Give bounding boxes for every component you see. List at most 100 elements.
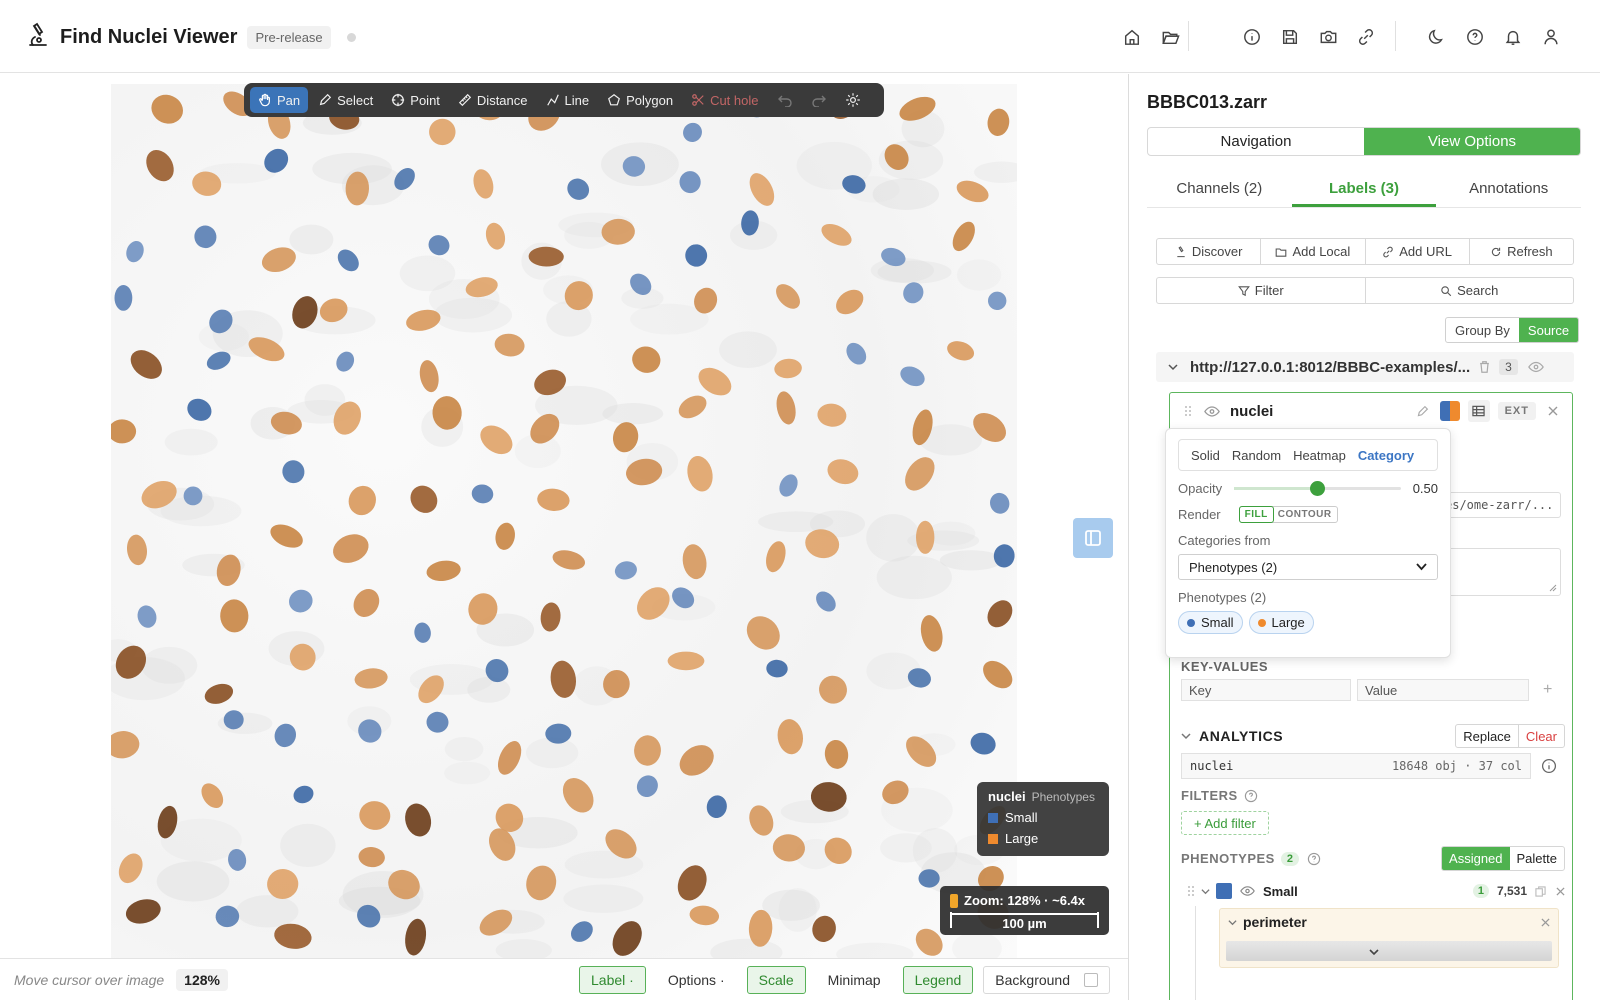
folder-open-icon[interactable]: [1157, 24, 1183, 50]
info-icon[interactable]: [1541, 758, 1557, 774]
search-button[interactable]: Search: [1366, 278, 1574, 303]
opacity-slider[interactable]: [1234, 481, 1401, 496]
clear-button[interactable]: Clear: [1517, 725, 1564, 747]
add-local-button[interactable]: Add Local: [1261, 239, 1366, 264]
camera-icon[interactable]: [1315, 24, 1341, 50]
render-fill-button[interactable]: FILL: [1238, 506, 1274, 523]
pill-small[interactable]: Small: [1178, 611, 1243, 634]
rule-histogram[interactable]: [1226, 941, 1552, 961]
key-input[interactable]: Key: [1181, 679, 1351, 701]
phenotype-row-small[interactable]: Small 1 7,531: [1187, 880, 1565, 902]
point-tool-button[interactable]: Point: [383, 87, 448, 113]
layer-uri-field[interactable]: es/ome-zarr/...: [1438, 492, 1561, 518]
resize-handle-icon[interactable]: [1549, 584, 1557, 592]
redo-icon[interactable]: [802, 87, 836, 113]
tab-labels[interactable]: Labels (3): [1291, 174, 1437, 207]
nucleus: [495, 522, 515, 550]
replace-button[interactable]: Replace: [1456, 725, 1518, 747]
value-input[interactable]: Value: [1357, 679, 1529, 701]
assigned-button[interactable]: Assigned: [1442, 847, 1510, 870]
options-button[interactable]: Options ·: [656, 966, 737, 994]
background-toggle[interactable]: Background: [983, 965, 1110, 994]
source-group-header[interactable]: http://127.0.0.1:8012/BBBC-examples/... …: [1156, 352, 1574, 382]
refresh-button[interactable]: Refresh: [1470, 239, 1573, 264]
view-options-tab[interactable]: View Options: [1364, 128, 1580, 155]
drag-handle-icon[interactable]: [1187, 885, 1195, 897]
add-filter-button[interactable]: + Add filter: [1181, 811, 1269, 835]
trash-icon[interactable]: [1478, 360, 1491, 374]
label-toggle-button[interactable]: Label ·: [579, 965, 646, 994]
filter-button[interactable]: Filter: [1157, 278, 1366, 303]
navigation-tab[interactable]: Navigation: [1148, 128, 1364, 155]
home-icon[interactable]: [1119, 24, 1145, 50]
discover-button[interactable]: Discover: [1157, 239, 1262, 264]
nucleus: [151, 94, 183, 124]
ext-badge[interactable]: EXT: [1497, 402, 1536, 420]
opacity-slider-knob[interactable]: [1310, 481, 1326, 496]
chevron-down-icon[interactable]: [1201, 887, 1210, 896]
chevron-down-icon[interactable]: [1181, 731, 1191, 741]
chevron-down-icon[interactable]: [1228, 918, 1237, 927]
copy-icon[interactable]: [1535, 885, 1546, 897]
microscopy-image[interactable]: [111, 84, 1017, 958]
key-values-heading: KEY-VALUES: [1181, 659, 1269, 674]
settings-gear-icon[interactable]: [836, 87, 870, 113]
render-contour-button[interactable]: CONTOUR: [1273, 507, 1337, 522]
nucleus: [987, 600, 1013, 628]
eye-icon[interactable]: [1527, 361, 1544, 373]
polygon-tool-button[interactable]: Polygon: [599, 87, 681, 113]
minimap-toggle-button[interactable]: Minimap: [816, 966, 893, 994]
add-key-value-icon[interactable]: +: [1543, 681, 1552, 699]
legend-toggle-button[interactable]: Legend: [902, 965, 974, 994]
tab-channels[interactable]: Channels (2): [1147, 174, 1292, 207]
chevron-down-icon[interactable]: [1369, 949, 1379, 956]
line-tool-button[interactable]: Line: [538, 87, 598, 113]
pan-tool-button[interactable]: Pan: [250, 87, 309, 113]
help-icon[interactable]: [1462, 24, 1488, 50]
mode-category[interactable]: Category: [1352, 448, 1420, 463]
background-checkbox[interactable]: [1084, 972, 1098, 987]
info-icon[interactable]: [1239, 24, 1265, 50]
moon-icon[interactable]: [1424, 24, 1450, 50]
bell-icon[interactable]: [1500, 24, 1526, 50]
pill-large[interactable]: Large: [1248, 611, 1314, 634]
group-by-source[interactable]: Source: [1518, 318, 1579, 342]
undo-icon[interactable]: [768, 87, 802, 113]
mode-solid[interactable]: Solid: [1185, 448, 1226, 463]
scale-bar: 100 µm: [950, 912, 1099, 931]
nucleus: [776, 284, 800, 309]
legend-item-label: Small: [1005, 810, 1038, 825]
analytics-table[interactable]: nuclei 18648 obj · 37 col: [1181, 753, 1531, 779]
close-icon[interactable]: [1542, 400, 1564, 422]
help-icon[interactable]: [1244, 789, 1258, 803]
phenotype-color-swatch[interactable]: [1216, 883, 1232, 899]
panel-toggle-button[interactable]: [1073, 518, 1113, 558]
tab-annotations[interactable]: Annotations: [1436, 174, 1581, 207]
eye-icon[interactable]: [1204, 405, 1220, 417]
top-icons-group-1: [1113, 24, 1189, 50]
table-icon[interactable]: [1467, 400, 1490, 422]
help-icon[interactable]: [1307, 852, 1321, 866]
viewer-canvas[interactable]: [0, 74, 1128, 958]
analytics-table-name: nuclei: [1190, 759, 1234, 773]
palette-button[interactable]: Palette: [1510, 847, 1564, 870]
distance-tool-button[interactable]: Distance: [450, 87, 536, 113]
color-mode-chip[interactable]: [1439, 401, 1460, 421]
link-icon[interactable]: [1353, 24, 1379, 50]
save-icon[interactable]: [1277, 24, 1303, 50]
add-url-button[interactable]: Add URL: [1366, 239, 1470, 264]
user-icon[interactable]: [1538, 24, 1564, 50]
group-by-label[interactable]: Group By: [1446, 318, 1519, 342]
select-tool-button[interactable]: Select: [310, 87, 381, 113]
edit-icon[interactable]: [1412, 400, 1434, 422]
eye-icon[interactable]: [1240, 886, 1255, 896]
mode-random[interactable]: Random: [1226, 448, 1287, 463]
categories-select[interactable]: Phenotypes (2): [1178, 554, 1438, 580]
mode-heatmap[interactable]: Heatmap: [1287, 448, 1352, 463]
drag-handle-icon[interactable]: [1184, 405, 1192, 417]
layer-description-field[interactable]: [1438, 548, 1561, 596]
close-icon[interactable]: [1556, 886, 1565, 896]
scale-toggle-button[interactable]: Scale: [746, 965, 806, 994]
close-icon[interactable]: [1541, 917, 1550, 927]
cut-hole-tool-button[interactable]: Cut hole: [683, 87, 766, 113]
